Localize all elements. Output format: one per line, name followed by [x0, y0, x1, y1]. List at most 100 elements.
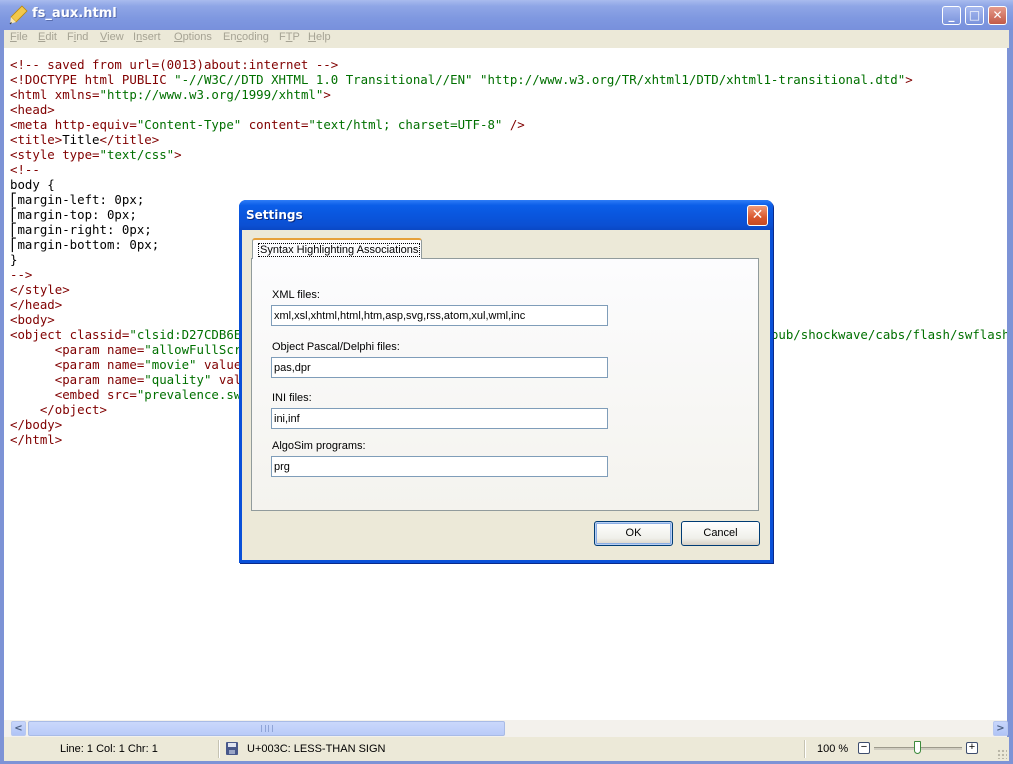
code-line: <head> — [10, 102, 55, 117]
code-tag: <!-- — [10, 162, 40, 177]
code-tag: </body> — [10, 417, 63, 432]
scroll-right-button[interactable]: > — [993, 721, 1008, 736]
code-line: ⎡margin-bottom: 0px; — [10, 237, 159, 252]
settings-dialog: Settings ✕ Syntax Highlighting Associati… — [239, 200, 773, 563]
status-bar: Line: 1 Col: 1 Chr: 1 U+003C: LESS-THAN … — [4, 737, 1009, 761]
chevron-right-icon: > — [996, 723, 1005, 734]
tab-syntax-highlighting[interactable]: Syntax Highlighting Associations — [252, 238, 422, 259]
code-tag: <param name= — [54, 372, 145, 387]
zoom-slider-thumb[interactable] — [914, 741, 921, 754]
code-tag: /> — [502, 117, 525, 132]
code-tag — [473, 72, 480, 87]
dialog-title-bar[interactable]: Settings ✕ — [239, 200, 773, 230]
code-tag: <meta http-equiv= — [10, 117, 137, 132]
scroll-left-button[interactable]: < — [11, 721, 26, 736]
dialog-close-button[interactable]: ✕ — [747, 205, 768, 226]
code-tag: <body> — [10, 312, 55, 327]
resize-grip-icon[interactable] — [997, 749, 1007, 759]
menu-view[interactable]: View — [100, 31, 124, 43]
dialog-body: Syntax Highlighting Associations XML fil… — [242, 230, 770, 560]
menu-ftp[interactable]: FTP — [279, 31, 300, 43]
code-text-token: ⎡margin-right: 0px; — [10, 222, 152, 237]
plus-icon: + — [968, 741, 976, 753]
code-tag: </title> — [99, 132, 160, 147]
status-divider — [218, 740, 220, 758]
code-line: <body> — [10, 312, 55, 327]
code-tag: <object classid= — [10, 327, 130, 342]
code-tag: <embed src= — [54, 387, 137, 402]
code-tag: content= — [241, 117, 309, 132]
code-tag: </object> — [39, 402, 107, 417]
code-string: "quality" — [144, 372, 212, 387]
code-tag: </html> — [10, 432, 63, 447]
code-line: ⎡margin-top: 0px; — [10, 207, 137, 222]
menu-file[interactable]: File — [10, 31, 28, 43]
horizontal-scrollbar[interactable]: < > — [4, 720, 1008, 737]
close-button[interactable]: ✕ — [988, 6, 1007, 25]
code-text-token: } — [10, 252, 18, 267]
code-line: body { — [10, 177, 55, 192]
code-line: ⎡margin-left: 0px; — [10, 192, 144, 207]
title-bar[interactable]: fs_aux.html _ □ ✕ — [0, 0, 1013, 30]
code-text-token: ⎡margin-left: 0px; — [10, 192, 145, 207]
code-tag: <!-- saved from url=(0013)about:internet… — [10, 57, 339, 72]
menu-help[interactable]: Help — [308, 31, 331, 43]
pencil-icon — [9, 5, 28, 25]
menu-find[interactable]: Find — [67, 31, 88, 43]
code-text-token: ⎡margin-top: 0px; — [10, 207, 137, 222]
code-tag: <!DOCTYPE html PUBLIC — [10, 72, 175, 87]
code-tag: <head> — [10, 102, 55, 117]
code-line: <!-- saved from url=(0013)about:internet… — [10, 57, 338, 72]
algosim-programs-input[interactable] — [271, 456, 608, 477]
code-tag: > — [323, 87, 331, 102]
ini-files-label: INI files: — [272, 392, 312, 404]
code-tag: <param name= — [54, 342, 145, 357]
code-line: </object> — [10, 402, 107, 417]
cancel-button[interactable]: Cancel — [681, 521, 760, 546]
zoom-level: 100 % — [817, 743, 849, 755]
code-line: </body> — [10, 417, 62, 432]
minimize-button[interactable]: _ — [942, 6, 961, 25]
code-string: "-//W3C//DTD XHTML 1.0 Transitional//EN" — [174, 72, 473, 87]
maximize-button[interactable]: □ — [965, 6, 984, 25]
code-text-token: Title — [62, 132, 100, 147]
code-string: "http://www.w3.org/TR/xhtml1/DTD/xhtml1-… — [480, 72, 906, 87]
maximize-icon: □ — [968, 8, 981, 22]
zoom-in-button[interactable]: + — [966, 742, 978, 754]
ini-files-input[interactable] — [271, 408, 608, 429]
chevron-left-icon: < — [14, 723, 23, 734]
code-tag: <title> — [10, 132, 63, 147]
code-tag: </head> — [10, 297, 63, 312]
xml-files-input[interactable] — [271, 305, 608, 326]
menu-options[interactable]: Options — [174, 31, 212, 43]
algosim-programs-label: AlgoSim programs: — [272, 440, 366, 452]
pascal-files-label: Object Pascal/Delphi files: — [272, 341, 400, 353]
menu-insert[interactable]: Insert — [133, 31, 161, 43]
menu-edit[interactable]: Edit — [38, 31, 57, 43]
ok-button[interactable]: OK — [594, 521, 673, 546]
window-title: fs_aux.html — [32, 6, 117, 21]
grip-icon — [261, 725, 273, 732]
dialog-title: Settings — [246, 208, 303, 222]
zoom-out-button[interactable]: − — [858, 742, 870, 754]
code-tag: --> — [10, 267, 33, 282]
code-tag: > — [905, 72, 913, 87]
close-icon: ✕ — [751, 207, 764, 223]
code-string: "http://www.w3.org/1999/xhtml" — [99, 87, 324, 102]
minus-icon: − — [860, 741, 868, 753]
code-line: </style> — [10, 282, 70, 297]
code-string: "text/html; charset=UTF-8" — [308, 117, 503, 132]
status-divider — [804, 740, 806, 758]
save-icon[interactable] — [226, 742, 238, 755]
code-tag: > — [174, 147, 182, 162]
menu-encoding[interactable]: Encoding — [223, 31, 269, 43]
code-string: "movie" — [144, 357, 197, 372]
scrollbar-thumb[interactable] — [28, 721, 505, 736]
code-tag: <param name= — [54, 357, 145, 372]
pascal-files-input[interactable] — [271, 357, 608, 378]
